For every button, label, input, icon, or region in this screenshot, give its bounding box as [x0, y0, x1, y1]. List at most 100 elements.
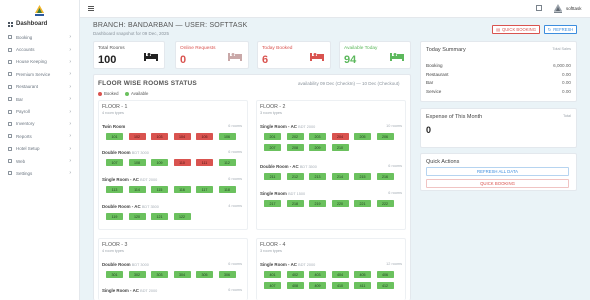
sidebar-item-booking[interactable]: Booking › [0, 31, 80, 43]
username[interactable]: softtask [566, 6, 582, 11]
room-cell[interactable]: 101 [106, 133, 123, 140]
sidebar-item-label: Reports [16, 133, 32, 139]
room-cell[interactable]: 301 [106, 271, 123, 278]
room-cell[interactable]: 303 [151, 271, 168, 278]
room-cell[interactable]: 222 [376, 200, 394, 207]
room-cell[interactable]: 102 [128, 133, 146, 140]
dashboard-link[interactable]: Dashboard [8, 21, 47, 27]
stat-value: 94 [344, 54, 357, 66]
sidebar-item-payroll[interactable]: Payroll › [0, 105, 80, 117]
sidebar-item-hotel-setup[interactable]: Hotel Setup › [0, 143, 80, 155]
room-cell[interactable]: 217 [264, 200, 281, 207]
room-cell[interactable]: 210 [331, 144, 349, 151]
quick-booking-button[interactable]: ▤ QUICK BOOKING [492, 25, 540, 34]
room-cell[interactable]: 201 [264, 133, 281, 140]
room-type-name: Single Room - AC BDT 2000 [102, 177, 157, 182]
room-cell[interactable]: 306 [218, 271, 236, 278]
room-cell[interactable]: 122 [173, 213, 191, 220]
page-header: BRANCH: BANDARBAN — USER: SOFTTASK Dashb… [93, 22, 247, 36]
room-cell[interactable]: 113 [106, 186, 123, 193]
room-cell[interactable]: 117 [196, 186, 213, 193]
room-cell[interactable]: 211 [264, 173, 281, 180]
refresh-all-button[interactable]: REFRESH ALL DATA [426, 167, 569, 176]
sidebar-item-house-keeping[interactable]: House Keeping › [0, 56, 80, 68]
room-cell[interactable]: 216 [376, 173, 394, 180]
room-cell[interactable]: 105 [196, 133, 213, 140]
web-icon [8, 159, 12, 164]
room-cell[interactable]: 403 [309, 271, 326, 278]
room-cell[interactable]: 209 [309, 144, 326, 151]
room-cell[interactable]: 218 [286, 200, 304, 207]
room-cell[interactable]: 305 [196, 271, 213, 278]
room-cell[interactable]: 409 [309, 282, 326, 289]
room-cell[interactable]: 212 [286, 173, 304, 180]
room-cell[interactable]: 118 [218, 186, 236, 193]
room-cell[interactable]: 119 [106, 213, 123, 220]
sidebar-item-inventory[interactable]: Inventory › [0, 118, 80, 130]
room-cell[interactable]: 302 [128, 271, 146, 278]
sidebar-item-web[interactable]: Web › [0, 155, 80, 167]
room-cell[interactable]: 221 [354, 200, 371, 207]
stat-label: Today Booked [262, 46, 293, 51]
user-avatar[interactable] [554, 4, 562, 13]
room-cell[interactable]: 401 [264, 271, 281, 278]
room-cell[interactable]: 111 [196, 159, 213, 166]
sidebar-item-premium-service[interactable]: Premium Service › [0, 68, 80, 80]
room-cell[interactable]: 205 [354, 133, 371, 140]
room-cell[interactable]: 110 [173, 159, 191, 166]
room-cell[interactable]: 412 [376, 282, 394, 289]
room-cell[interactable]: 114 [128, 186, 146, 193]
fullscreen-icon[interactable] [536, 5, 542, 11]
sidebar-item-restaurant[interactable]: Restaurant › [0, 81, 80, 93]
room-cell[interactable]: 407 [264, 282, 281, 289]
quick-booking-action-button[interactable]: QUICK BOOKING [426, 179, 569, 188]
room-cell[interactable]: 402 [286, 271, 304, 278]
legend-booked: Booked [98, 91, 119, 96]
room-count: 6 rooms [388, 191, 402, 195]
sidebar-item-accounts[interactable]: Accounts › [0, 43, 80, 55]
room-cell[interactable]: 410 [331, 282, 349, 289]
sidebar-item-label: Inventory [16, 121, 35, 127]
room-cell[interactable]: 408 [286, 282, 304, 289]
room-cell[interactable]: 406 [376, 271, 394, 278]
room-cell[interactable]: 411 [354, 282, 371, 289]
room-cell[interactable]: 108 [128, 159, 146, 166]
room-cell[interactable]: 112 [218, 159, 236, 166]
room-cell[interactable]: 207 [264, 144, 281, 151]
room-cell[interactable]: 116 [173, 186, 191, 193]
sidebar-item-settings[interactable]: Settings › [0, 167, 80, 179]
room-type-label: Double Room - AC [260, 164, 299, 169]
room-cell[interactable]: 203 [309, 133, 326, 140]
room-cell[interactable]: 215 [354, 173, 371, 180]
room-cell[interactable]: 219 [309, 200, 326, 207]
room-cell[interactable]: 214 [331, 173, 349, 180]
sidebar-item-reports[interactable]: Reports › [0, 130, 80, 142]
menu-toggle-icon[interactable] [88, 6, 94, 11]
room-cell[interactable]: 405 [354, 271, 371, 278]
room-cell[interactable]: 213 [309, 173, 326, 180]
room-cell[interactable]: 404 [331, 271, 349, 278]
room-cell[interactable]: 208 [286, 144, 304, 151]
room-cell[interactable]: 107 [106, 159, 123, 166]
hotel-logo[interactable] [35, 5, 44, 16]
room-cell[interactable]: 104 [173, 133, 191, 140]
floor-title: FLOOR - 3 [102, 242, 128, 248]
reports-icon [8, 134, 12, 139]
room-cell[interactable]: 103 [151, 133, 168, 140]
payroll-icon [8, 109, 12, 114]
room-cell[interactable]: 206 [376, 133, 394, 140]
room-cell[interactable]: 220 [331, 200, 349, 207]
sidebar-item-bar[interactable]: Bar › [0, 93, 80, 105]
room-cell[interactable]: 204 [331, 133, 349, 140]
stat-card-total-rooms: Total Rooms 100 [93, 41, 165, 69]
room-cell[interactable]: 120 [128, 213, 146, 220]
room-cell[interactable]: 304 [173, 271, 191, 278]
room-cell[interactable]: 202 [286, 133, 304, 140]
room-cell[interactable]: 121 [151, 213, 168, 220]
sidebar-item-label: Premium Service [16, 71, 51, 77]
room-cell[interactable]: 106 [218, 133, 236, 140]
room-cell[interactable]: 115 [151, 186, 168, 193]
bed-icon [228, 53, 242, 61]
room-cell[interactable]: 109 [151, 159, 168, 166]
refresh-button[interactable]: ↻ REFRESH [544, 25, 577, 34]
